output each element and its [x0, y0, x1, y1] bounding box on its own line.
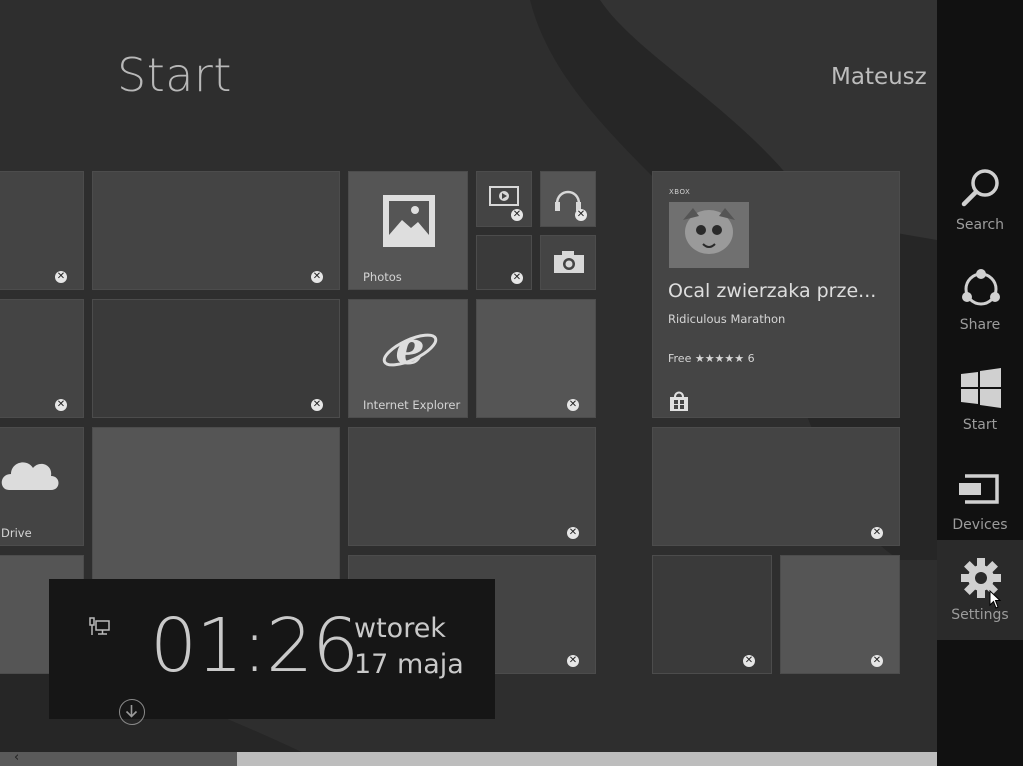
clock-time: 01:26 — [150, 603, 359, 689]
game-character-image — [669, 202, 749, 268]
arrow-down-icon — [125, 705, 138, 718]
app-subtitle: Ridiculous Marathon — [668, 312, 786, 326]
clock-day: wtorek — [354, 613, 446, 644]
charm-label: Share — [959, 317, 1001, 333]
unpin-icon[interactable]: ✕ — [871, 527, 883, 539]
unpin-icon[interactable]: ✕ — [511, 272, 523, 284]
tile[interactable]: ✕ — [780, 555, 900, 674]
search-icon — [961, 169, 999, 207]
tile-label: Drive — [1, 526, 32, 540]
game-artwork — [669, 202, 749, 268]
unpin-icon[interactable]: ✕ — [55, 271, 67, 283]
scroll-left-icon[interactable]: ‹ — [14, 750, 19, 765]
unpin-icon[interactable]: ✕ — [567, 527, 579, 539]
video-icon — [489, 186, 519, 206]
photos-icon — [383, 195, 435, 247]
tile[interactable]: ✕ — [476, 235, 532, 290]
charms-bar: Search Share Start Devices Settings — [937, 0, 1023, 766]
unpin-icon[interactable]: ✕ — [311, 271, 323, 283]
app-title: Ocal zwierzaka prze... — [668, 280, 877, 302]
app-price-rating: Free ★★★★★ 6 — [668, 352, 755, 365]
tile-label: Internet Explorer — [363, 398, 461, 412]
charm-start[interactable]: Start — [937, 350, 1023, 450]
tile-internet-explorer[interactable]: e Internet Explorer — [348, 299, 468, 418]
store-bag-icon — [670, 391, 688, 411]
cloud-icon — [1, 462, 59, 490]
camera-icon — [554, 251, 584, 273]
page-title: Start — [117, 48, 232, 102]
clock-date: 17 maja — [354, 649, 464, 680]
tile[interactable]: ✕ — [92, 171, 340, 290]
charm-devices[interactable]: Devices — [937, 450, 1023, 550]
tile-video[interactable]: ✕ — [476, 171, 532, 227]
tile[interactable]: ✕ — [652, 427, 900, 546]
mouse-cursor-icon — [989, 590, 1002, 609]
charm-settings[interactable]: Settings — [937, 540, 1023, 640]
start-screen: Start Mateusz ✕ ✕ Drive ✕ ✕ Photos ✕ ✕ ✕… — [0, 0, 1023, 766]
tile-label: Photos — [363, 270, 402, 284]
charm-share[interactable]: Share — [937, 250, 1023, 350]
unpin-icon[interactable]: ✕ — [871, 655, 883, 667]
horizontal-scrollbar[interactable]: ‹ — [0, 750, 937, 766]
tile[interactable]: ✕ — [348, 427, 596, 546]
xbox-badge: XBOX — [669, 188, 691, 196]
unpin-icon[interactable]: ✕ — [575, 209, 587, 221]
tile[interactable]: ✕ — [92, 299, 340, 418]
network-icon — [89, 617, 110, 635]
unpin-icon[interactable]: ✕ — [567, 655, 579, 667]
devices-icon — [959, 474, 999, 504]
scrollbar-thumb[interactable]: ‹ — [0, 750, 237, 766]
tile-store-app[interactable]: XBOX Ocal zwierzaka prze... Ridiculous M… — [652, 171, 900, 418]
all-apps-button[interactable] — [119, 699, 145, 725]
charm-label: Devices — [952, 517, 1008, 533]
user-account-name[interactable]: Mateusz — [831, 64, 927, 90]
charm-search[interactable]: Search — [937, 150, 1023, 250]
unpin-icon[interactable]: ✕ — [567, 399, 579, 411]
tile-onedrive[interactable]: Drive — [0, 427, 84, 546]
charm-label: Start — [962, 417, 998, 433]
internet-explorer-icon: e — [382, 321, 438, 375]
tile[interactable]: ✕ — [652, 555, 772, 674]
tile[interactable]: ✕ — [0, 299, 84, 418]
clock-overlay: 01:26 wtorek 17 maja — [49, 579, 495, 719]
tile-camera[interactable] — [540, 235, 596, 290]
unpin-icon[interactable]: ✕ — [511, 209, 523, 221]
unpin-icon[interactable]: ✕ — [55, 399, 67, 411]
svg-text:e: e — [395, 321, 424, 375]
tile[interactable]: ✕ — [476, 299, 596, 418]
charm-label: Search — [955, 217, 1005, 233]
unpin-icon[interactable]: ✕ — [743, 655, 755, 667]
tile-music[interactable]: ✕ — [540, 171, 596, 227]
tile[interactable]: ✕ — [0, 171, 84, 290]
unpin-icon[interactable]: ✕ — [311, 399, 323, 411]
charm-label: Settings — [951, 607, 1009, 623]
windows-logo-icon — [961, 368, 1001, 408]
tile-photos[interactable]: Photos — [348, 171, 468, 290]
share-icon — [962, 269, 1000, 306]
